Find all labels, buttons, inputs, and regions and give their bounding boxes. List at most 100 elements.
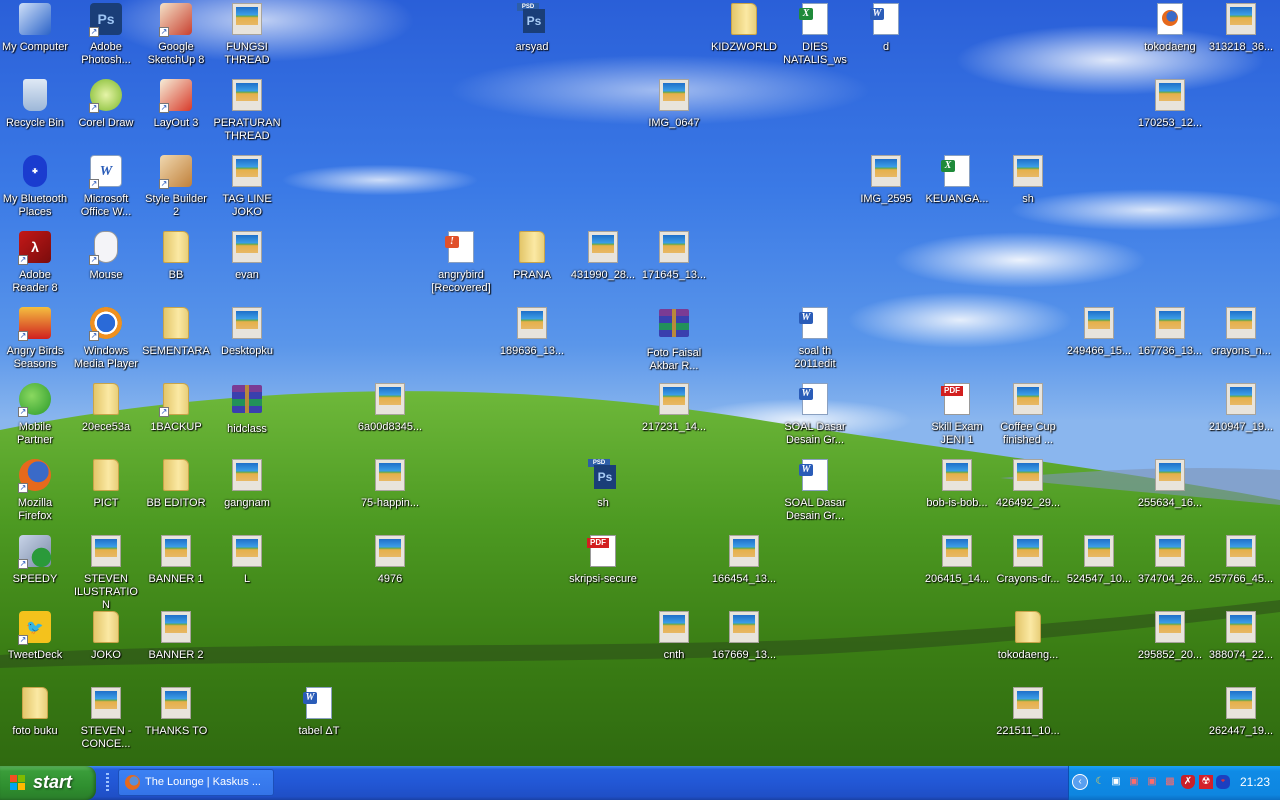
desktop-icon[interactable]: PDF skripsi-secure [568, 535, 638, 586]
network-disconnected-icon[interactable]: ▣ [1127, 775, 1141, 789]
desktop-icon[interactable]: Foto Faisal Akbar R... [639, 307, 709, 373]
desktop-icon[interactable]: Recycle Bin [0, 79, 70, 130]
desktop-icon[interactable]: foto buku [0, 687, 70, 738]
desktop-icon[interactable]: 167736_13... [1135, 307, 1205, 358]
start-button[interactable]: start [0, 766, 96, 800]
desktop-icon[interactable]: 20ece53a [71, 383, 141, 434]
desktop-icon[interactable]: ↗ Windows Media Player [71, 307, 141, 371]
desktop-icon[interactable]: Coffee Cup finished ... [993, 383, 1063, 447]
desktop-icon[interactable]: PICT [71, 459, 141, 510]
desktop-icon[interactable]: 🐦 ↗ TweetDeck [0, 611, 70, 662]
desktop-icon[interactable]: 167669_13... [709, 611, 779, 662]
desktop-icon[interactable]: 166454_13... [709, 535, 779, 586]
desktop-icon[interactable]: X KEUANGA... [922, 155, 992, 206]
desktop-icon[interactable]: λ ↗ Adobe Reader 8 [0, 231, 70, 295]
toolbar-grip[interactable] [106, 773, 109, 793]
show-hidden-icons-button[interactable]: ‹ [1072, 774, 1088, 790]
desktop-icon[interactable]: Wd [851, 3, 921, 54]
desktop-icon[interactable]: 170253_12... [1135, 79, 1205, 130]
desktop-icon[interactable]: ! angrybird [Recovered] [426, 231, 496, 295]
desktop-icon[interactable]: 295852_20... [1135, 611, 1205, 662]
desktop-icon[interactable]: W SOAL Dasar Desain Gr... [780, 383, 850, 447]
desktop-icon[interactable]: 221511_10... [993, 687, 1063, 738]
desktop-icon[interactable]: 249466_15... [1064, 307, 1134, 358]
desktop-icon[interactable]: SEMENTARA [141, 307, 211, 358]
desktop-icon[interactable]: ↗ 1BACKUP [141, 383, 211, 434]
desktop-icon[interactable]: My Computer [0, 3, 70, 54]
desktop-icon[interactable]: X DIES NATALIS_ws [780, 3, 850, 67]
desktop-icon[interactable]: 189636_13... [497, 307, 567, 358]
desktop-icon[interactable]: JOKO [71, 611, 141, 662]
desktop-icon[interactable]: W SOAL Dasar Desain Gr... [780, 459, 850, 523]
wireless-disconnected-icon[interactable]: ▩ [1163, 775, 1177, 789]
network-connected-icon[interactable]: ▣ [1109, 775, 1123, 789]
desktop-icon[interactable]: ↗ Google SketchUp 8 [141, 3, 211, 67]
desktop-icon[interactable]: Crayons-dr... [993, 535, 1063, 586]
clock[interactable]: 21:23 [1240, 775, 1270, 789]
taskbar-button-the-lounge[interactable]: The Lounge | Kaskus ... [118, 769, 274, 796]
bluetooth-icon[interactable]: ᛭ [1216, 775, 1230, 789]
desktop-icon[interactable]: 262447_19... [1206, 687, 1276, 738]
desktop-icon[interactable]: FUNGSI THREAD [212, 3, 282, 67]
desktop-icon[interactable]: 171645_13... [639, 231, 709, 282]
desktop-icon[interactable]: STEVEN ILUSTRATION [71, 535, 141, 612]
desktop-icon[interactable]: BANNER 1 [141, 535, 211, 586]
desktop-icon[interactable]: PRANA [497, 231, 567, 282]
security-shield-icon[interactable]: ✗ [1181, 775, 1195, 789]
desktop-icon[interactable]: PSD Ps arsyad [497, 3, 567, 54]
desktop-icon[interactable]: PSD Ps sh [568, 459, 638, 510]
desktop-icon[interactable]: PDF Skill Exam JENI 1 [922, 383, 992, 447]
desktop-icon[interactable]: 374704_26... [1135, 535, 1205, 586]
desktop-icon[interactable]: Ps ↗ Adobe Photosh... [71, 3, 141, 67]
desktop-icon[interactable]: gangnam [212, 459, 282, 510]
desktop-icon[interactable]: 4976 [355, 535, 425, 586]
desktop-icon[interactable]: 257766_45... [1206, 535, 1276, 586]
desktop-icon[interactable]: L [212, 535, 282, 586]
desktop-icon[interactable]: ↗ LayOut 3 [141, 79, 211, 130]
desktop-icon[interactable]: ↗ Style Builder 2 [141, 155, 211, 219]
desktop-icon[interactable]: ↗ Mobile Partner [0, 383, 70, 447]
desktop-icon[interactable]: TAG LINE JOKO [212, 155, 282, 219]
desktop-icon[interactable]: BB EDITOR [141, 459, 211, 510]
desktop-icon[interactable]: tokodaeng... [993, 611, 1063, 662]
desktop-icon[interactable]: 426492_29... [993, 459, 1063, 510]
desktop-icon[interactable]: STEVEN - CONCE... [71, 687, 141, 751]
desktop-icon[interactable]: IMG_0647 [639, 79, 709, 130]
desktop-icon[interactable]: BB [141, 231, 211, 282]
desktop-icon[interactable]: 206415_14... [922, 535, 992, 586]
desktop-icon[interactable]: 6a00d8345... [355, 383, 425, 434]
desktop-icon[interactable]: 431990_28... [568, 231, 638, 282]
desktop-icon[interactable]: PERATURAN THREAD [212, 79, 282, 143]
desktop-icon[interactable]: 210947_19... [1206, 383, 1276, 434]
desktop-icon[interactable]: ᛭ My Bluetooth Places [0, 155, 70, 219]
desktop-icon[interactable]: crayons_n... [1206, 307, 1276, 358]
desktop-icon[interactable]: ↗ SPEEDY [0, 535, 70, 586]
desktop-icon[interactable]: bob-is-bob... [922, 459, 992, 510]
desktop-icon[interactable]: 255634_16... [1135, 459, 1205, 510]
desktop-icon[interactable]: 75-happin... [355, 459, 425, 510]
desktop-icon[interactable]: Desktopku [212, 307, 282, 358]
desktop-icon[interactable]: cnth [639, 611, 709, 662]
desktop-icon[interactable]: ↗ Angry Birds Seasons [0, 307, 70, 371]
desktop-icon[interactable]: 313218_36... [1206, 3, 1276, 54]
desktop-icon[interactable]: sh [993, 155, 1063, 206]
desktop-icon[interactable]: hidclass [212, 383, 282, 436]
desktop-icon[interactable]: Wsoal th 2011edit [780, 307, 850, 371]
desktop-icon[interactable]: THANKS TO [141, 687, 211, 738]
desktop-icon[interactable]: ↗ Mouse [71, 231, 141, 282]
desktop-icon[interactable]: ↗ Corel Draw [71, 79, 141, 130]
desktop[interactable]: My Computer Ps ↗ Adobe Photosh... ↗ Google Sk… [0, 0, 1280, 766]
desktop-icon[interactable]: IMG_2595 [851, 155, 921, 206]
desktop-icon[interactable]: Wtabel ΔT [284, 687, 354, 738]
desktop-icon[interactable]: BANNER 2 [141, 611, 211, 662]
desktop-icon[interactable]: KIDZWORLD [709, 3, 779, 54]
desktop-icon[interactable]: evan [212, 231, 282, 282]
antivirus-icon[interactable]: ☢ [1199, 775, 1213, 789]
network-disconnected-icon[interactable]: ▣ [1145, 775, 1159, 789]
desktop-icon[interactable]: 524547_10... [1064, 535, 1134, 586]
sync-icon[interactable]: ☾ [1093, 775, 1107, 789]
desktop-icon[interactable]: 388074_22... [1206, 611, 1276, 662]
desktop-icon[interactable]: tokodaeng [1135, 3, 1205, 54]
desktop-icon[interactable]: ↗ Mozilla Firefox [0, 459, 70, 523]
desktop-icon[interactable]: 217231_14... [639, 383, 709, 434]
